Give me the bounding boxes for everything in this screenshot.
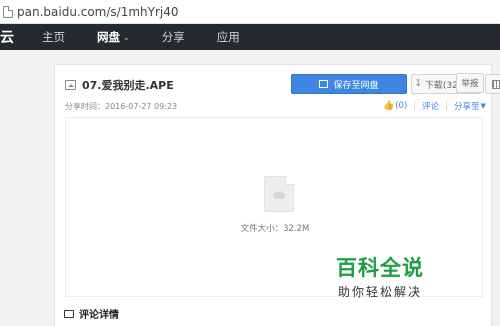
url-text[interactable]: pan.baidu.com/s/1mhYrj40 [17, 5, 179, 19]
share-card: 07.爱我别走.APE 保存至网盘 ↧ 下载(32.2M) 分享时间：2016-… [54, 64, 500, 326]
social-actions: 👍 (0) | 评论 | 分享至 ▼ [383, 100, 486, 112]
document-icon [264, 176, 294, 212]
nav-item-netdisk[interactable]: 网盘 ⌄ [97, 29, 130, 45]
cloud-icon [273, 192, 285, 199]
file-type-icon [65, 80, 76, 90]
address-bar[interactable]: pan.baidu.com/s/1mhYrj40 [0, 0, 500, 24]
page-icon [3, 5, 13, 18]
share-to-link[interactable]: 分享至 [454, 100, 480, 112]
qr-code-icon [491, 79, 500, 89]
comments-title: 评论详情 [79, 310, 119, 321]
nav-item-share[interactable]: 分享 [162, 29, 185, 45]
comment-icon [64, 309, 74, 318]
share-time: 分享时间：2016-07-27 09:23 [65, 102, 178, 111]
save-button-label: 保存至网盘 [333, 80, 379, 91]
divider: | [445, 101, 449, 111]
save-to-netdisk-button[interactable]: 保存至网盘 [291, 74, 407, 94]
thumbs-up-icon[interactable]: 👍 [383, 101, 394, 111]
file-name: 07.爱我别走.APE [82, 79, 174, 92]
comments-section-header: 评论详情 [64, 306, 119, 321]
save-icon [319, 80, 329, 88]
watermark: 百科全说 助你轻松解决 [336, 252, 424, 300]
file-size: 文件大小：32.2M [240, 224, 310, 234]
divider: | [413, 101, 417, 111]
nav-item-label: 应用 [216, 30, 240, 44]
watermark-title: 百科全说 [336, 256, 424, 280]
logo[interactable]: 云 [0, 27, 42, 47]
chevron-down-icon[interactable]: ▼ [481, 102, 486, 110]
nav-item-label: 网盘 [97, 30, 120, 44]
comment-link[interactable]: 评论 [422, 100, 439, 112]
nav-item-home[interactable]: 主页 [42, 29, 65, 45]
report-button[interactable]: 举报 [456, 73, 484, 93]
report-button-label: 举报 [461, 79, 479, 89]
watermark-subtitle: 助你轻松解决 [337, 285, 422, 299]
file-header: 07.爱我别走.APE [65, 77, 174, 93]
nav-item-label: 分享 [161, 30, 185, 44]
like-count[interactable]: (0) [395, 101, 407, 111]
download-icon: ↧ [414, 79, 422, 89]
chevron-down-icon: ⌄ [123, 32, 130, 42]
nav-item-label: 主页 [42, 30, 65, 44]
top-nav: 云 主页 网盘 ⌄ 分享 应用 [0, 24, 500, 50]
nav-item-apps[interactable]: 应用 [217, 29, 240, 45]
qr-code-button[interactable] [485, 74, 500, 94]
